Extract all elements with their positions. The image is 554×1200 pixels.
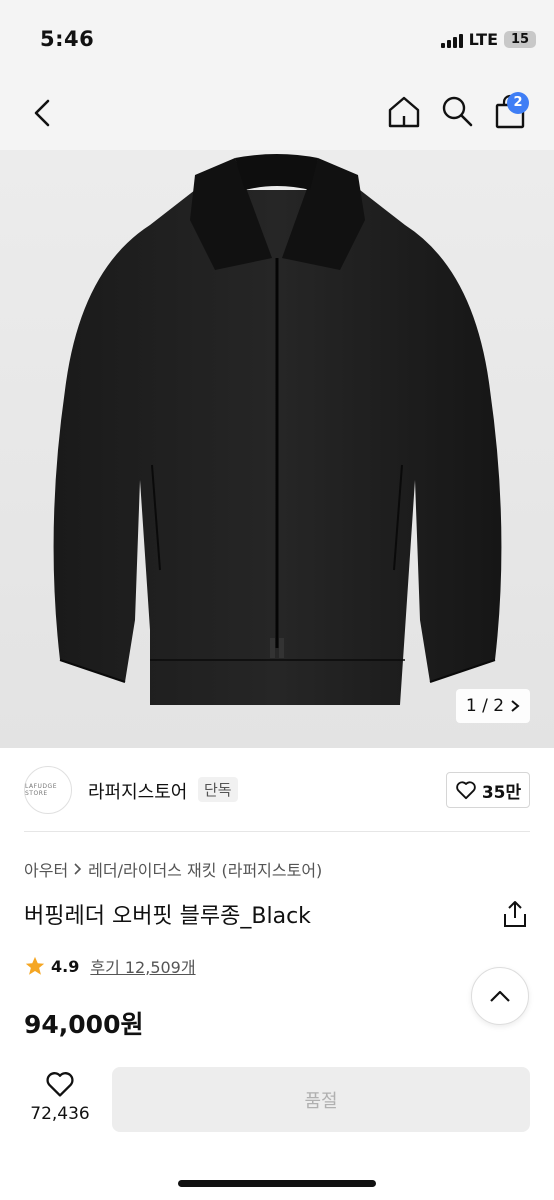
status-bar: 5:46 LTE 15 [0, 0, 554, 80]
heart-icon [456, 781, 476, 800]
chevron-right-icon [511, 700, 520, 712]
home-icon[interactable] [386, 94, 422, 130]
signal-icon [440, 32, 463, 48]
exclusive-badge: 단독 [198, 777, 238, 802]
product-title: 버핑레더 오버핏 블루종_Black [24, 904, 311, 929]
breadcrumb: 아우터 레더/라이더스 재킷 (라퍼지스토어) [24, 857, 322, 881]
store-name[interactable]: 라퍼지스토어 [88, 778, 187, 804]
nav-bar [0, 80, 554, 150]
store-row: LAFUDGE STORE 라퍼지스토어 단독 35만 [24, 766, 530, 814]
breadcrumb-category[interactable]: 아우터 [24, 857, 68, 881]
chevron-right-icon [74, 863, 82, 875]
battery-icon: 15 [504, 31, 536, 48]
image-counter-button[interactable]: 1 / 2 [456, 689, 530, 723]
jacket-image [53, 154, 502, 705]
image-counter-label: 1 / 2 [465, 696, 505, 716]
breadcrumb-subcategory[interactable]: 레더/라이더스 재킷 (라퍼지스토어) [88, 857, 322, 881]
scroll-top-button[interactable] [471, 967, 529, 1025]
product-image[interactable] [0, 150, 554, 748]
share-icon[interactable] [502, 900, 528, 928]
wish-button[interactable]: 72,436 [24, 1070, 96, 1124]
chevron-up-icon [490, 990, 510, 1002]
back-arrow-icon[interactable] [28, 96, 58, 130]
rating-row: 4.9 후기 12,509개 [24, 954, 196, 978]
store-logo[interactable]: LAFUDGE STORE [24, 766, 72, 814]
soldout-button: 품절 [112, 1067, 530, 1132]
heart-icon [46, 1072, 74, 1097]
cart-count-badge: 2 [507, 92, 529, 114]
status-indicators: LTE 15 [440, 30, 536, 49]
store-like-count: 35만 [481, 782, 522, 803]
rating-value: 4.9 [51, 956, 80, 976]
store-like-button[interactable]: 35만 [446, 772, 530, 808]
bottom-bar: 72,436 품절 [0, 1060, 554, 1200]
search-icon[interactable] [440, 94, 474, 128]
home-indicator [178, 1180, 376, 1187]
network-label: LTE [468, 30, 498, 49]
star-icon [25, 956, 45, 975]
divider [24, 831, 530, 832]
review-count-link[interactable]: 후기 12,509개 [90, 954, 195, 978]
wish-count: 72,436 [30, 1104, 90, 1124]
product-price: 94,000원 [24, 1010, 144, 1039]
status-time: 5:46 [40, 27, 95, 51]
